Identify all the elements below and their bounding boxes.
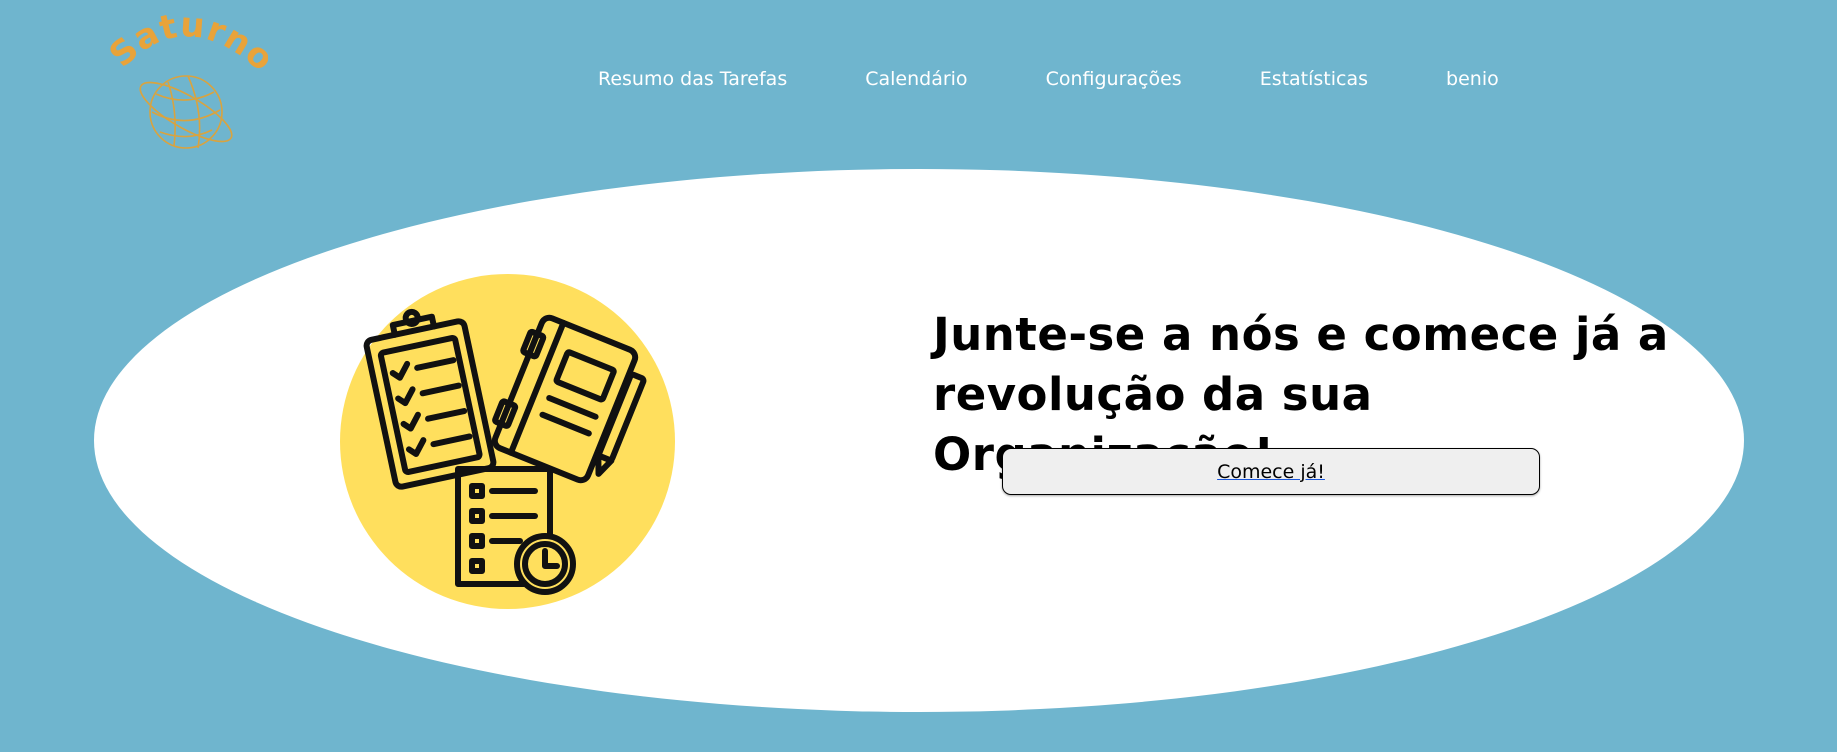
landing-page: Saturno Resumo das Tarefas Calendário Co… <box>0 0 1837 752</box>
task-planning-illustration <box>340 274 675 609</box>
saturno-logo[interactable]: Saturno <box>108 12 268 152</box>
get-started-link[interactable]: Comece já! <box>1217 461 1325 483</box>
main-nav: Resumo das Tarefas Calendário Configuraç… <box>598 68 1499 90</box>
nav-item-user-profile[interactable]: benio <box>1446 68 1499 90</box>
task-planning-icon <box>340 274 675 609</box>
brand-name: Saturno <box>108 12 268 80</box>
nav-item-calendario[interactable]: Calendário <box>865 68 967 90</box>
nav-item-configuracoes[interactable]: Configurações <box>1046 68 1182 90</box>
nav-item-estatisticas[interactable]: Estatísticas <box>1260 68 1368 90</box>
nav-item-resumo-tarefas[interactable]: Resumo das Tarefas <box>598 68 787 90</box>
get-started-button[interactable]: Comece já! <box>1002 448 1540 495</box>
svg-text:Saturno: Saturno <box>108 12 268 80</box>
saturn-planet-icon: Saturno <box>108 12 268 149</box>
